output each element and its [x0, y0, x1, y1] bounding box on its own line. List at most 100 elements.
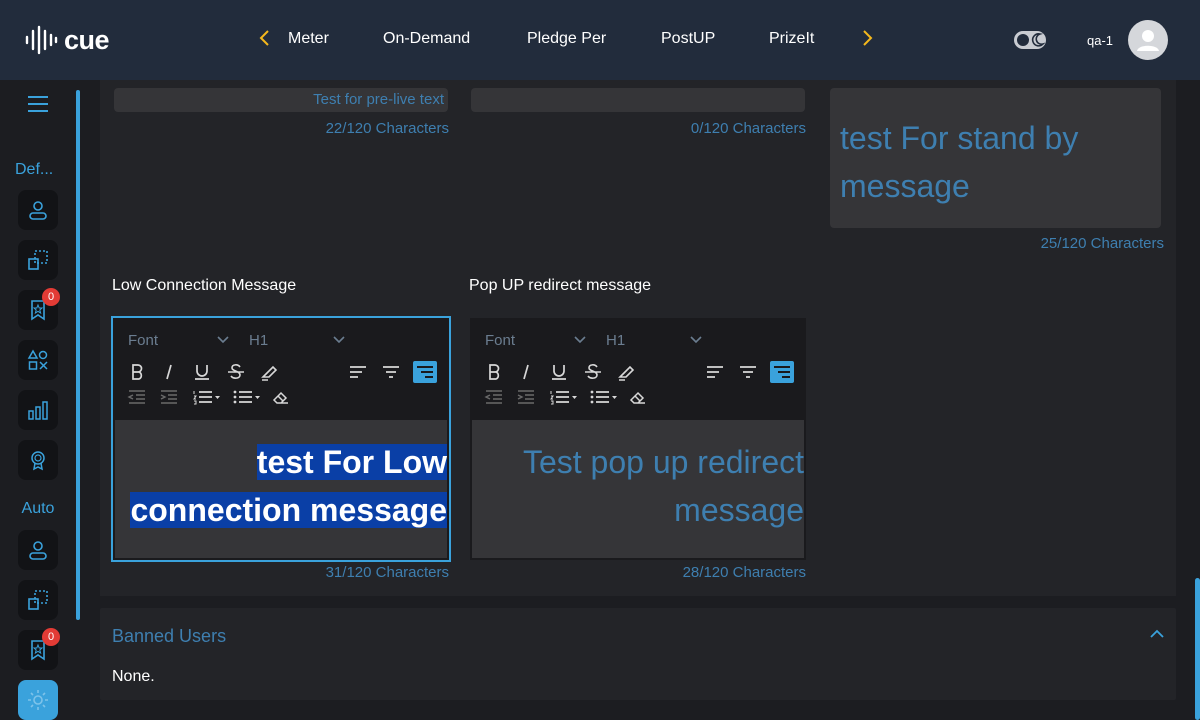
highlighter-icon[interactable] [615, 362, 637, 382]
heading-select[interactable]: H1 [249, 332, 268, 349]
strikethrough-icon[interactable] [582, 362, 604, 382]
low-connection-char-count: 31/120 Characters [325, 564, 449, 581]
nav-next-arrow[interactable] [860, 28, 878, 52]
align-right-icon[interactable] [770, 361, 794, 383]
popup-redirect-line1: Test pop up redirect [522, 444, 804, 480]
sidebar-settings-button[interactable] [18, 680, 58, 720]
popup-redirect-editor[interactable]: Font H1 Test pop up redirect message [470, 318, 806, 560]
sidebar-award-button[interactable] [18, 440, 58, 480]
moon-icon [1031, 33, 1045, 47]
strikethrough-icon[interactable] [225, 362, 247, 382]
award-icon [31, 451, 45, 471]
gear-icon [28, 690, 48, 710]
highlighter-icon[interactable] [258, 362, 280, 382]
popup-redirect-char-count: 28/120 Characters [682, 564, 806, 581]
chevron-down-icon[interactable] [216, 335, 230, 345]
user-icon [29, 541, 47, 560]
sidebar-auto-layers-button[interactable] [18, 580, 58, 620]
page-scrollbar-thumb[interactable] [1195, 578, 1200, 720]
low-connection-content[interactable]: test For Low connection message [115, 420, 447, 558]
bold-icon[interactable] [483, 362, 505, 382]
chevron-down-icon[interactable] [573, 335, 587, 345]
section-label-default: Def... [15, 161, 54, 178]
page-scrollbar[interactable] [1194, 80, 1200, 720]
section-label-auto: Auto [21, 500, 55, 517]
nav-item-postup[interactable]: PostUP [661, 30, 715, 48]
align-left-icon[interactable] [347, 362, 369, 382]
cue-logo[interactable]: cue [24, 24, 110, 56]
low-connection-label: Low Connection Message [112, 277, 297, 294]
layers-icon [28, 590, 48, 610]
middle-message-field[interactable] [471, 88, 805, 112]
italic-icon[interactable] [158, 362, 180, 382]
font-select[interactable]: Font [485, 332, 515, 349]
eraser-icon[interactable] [270, 387, 292, 407]
heading-select[interactable]: H1 [606, 332, 625, 349]
font-select[interactable]: Font [128, 332, 158, 349]
chevron-down-icon[interactable] [689, 335, 703, 345]
sidebar-auto-user-button[interactable] [18, 530, 58, 570]
standby-message-field[interactable]: test For stand by message [830, 88, 1161, 228]
popup-redirect-label: Pop UP redirect message [469, 277, 652, 294]
align-left-icon[interactable] [704, 362, 726, 382]
standby-char-count: 25/120 Characters [1040, 235, 1164, 252]
chevron-down-icon[interactable] [332, 335, 346, 345]
prelive-message-field[interactable]: Test for pre-live text [114, 88, 448, 112]
chevron-up-icon[interactable] [1148, 626, 1166, 642]
underline-icon[interactable] [548, 362, 570, 382]
theme-toggle[interactable] [1014, 31, 1046, 49]
low-connection-line1: test For Low [256, 444, 447, 480]
italic-icon[interactable] [515, 362, 537, 382]
prelive-char-count: 22/120 Characters [325, 120, 449, 137]
nav-item-on-demand[interactable]: On-Demand [383, 30, 470, 48]
standby-message-text: test For stand by message [840, 120, 1079, 204]
popup-redirect-line2: message [674, 492, 804, 528]
user-icon [29, 201, 47, 220]
low-connection-line2: connection message [130, 492, 447, 528]
nav-prev-arrow[interactable] [258, 28, 276, 52]
indent-icon[interactable] [515, 387, 537, 407]
logo-text: cue [64, 24, 110, 55]
notification-badge: 0 [42, 628, 60, 646]
bar-chart-icon [28, 401, 48, 420]
waveform-icon [25, 25, 58, 55]
nav-item-pledge-per[interactable]: Pledge Per [527, 30, 606, 48]
ordered-list-icon[interactable] [548, 387, 580, 407]
low-connection-editor[interactable]: Font H1 test For Low connection message [111, 316, 451, 562]
shapes-icon [27, 349, 48, 370]
outdent-icon[interactable] [483, 387, 505, 407]
sidebar-layers-button[interactable] [18, 240, 58, 280]
eraser-icon[interactable] [627, 387, 649, 407]
top-bar: cue Meter On-Demand Pledge Per PostUP Pr… [0, 0, 1200, 80]
layers-icon [28, 250, 48, 270]
sidebar-shapes-button[interactable] [18, 340, 58, 380]
bullet-list-icon[interactable] [231, 387, 263, 407]
menu-icon[interactable] [28, 96, 48, 114]
middle-char-count: 0/120 Characters [690, 120, 806, 137]
notification-badge: 0 [42, 288, 60, 306]
underline-icon[interactable] [191, 362, 213, 382]
bold-icon[interactable] [126, 362, 148, 382]
toggle-knob [1017, 34, 1029, 46]
banned-users-section: Banned Users None. [100, 608, 1176, 700]
align-center-icon[interactable] [737, 362, 759, 382]
popup-redirect-content[interactable]: Test pop up redirect message [472, 420, 804, 558]
avatar[interactable] [1128, 20, 1168, 60]
prelive-message-text: Test for pre-live text [313, 91, 444, 108]
user-icon [1137, 30, 1159, 51]
username-label[interactable]: qa-1 [1087, 33, 1113, 48]
outdent-icon[interactable] [126, 387, 148, 407]
sidebar-stats-button[interactable] [18, 390, 58, 430]
bullet-list-icon[interactable] [588, 387, 620, 407]
nav-item-prizeit[interactable]: PrizeIt [769, 30, 814, 48]
align-right-icon[interactable] [413, 361, 437, 383]
sidebar-user-button[interactable] [18, 190, 58, 230]
align-center-icon[interactable] [380, 362, 402, 382]
sidebar-auto-rewards-button[interactable]: 0 [18, 628, 60, 670]
indent-icon[interactable] [158, 387, 180, 407]
ordered-list-icon[interactable] [191, 387, 223, 407]
sidebar-rewards-button[interactable]: 0 [18, 288, 60, 330]
nav-item-meter[interactable]: Meter [288, 30, 329, 48]
messages-panel: Test for pre-live text 22/120 Characters… [100, 80, 1176, 596]
banned-users-value: None. [112, 668, 155, 685]
